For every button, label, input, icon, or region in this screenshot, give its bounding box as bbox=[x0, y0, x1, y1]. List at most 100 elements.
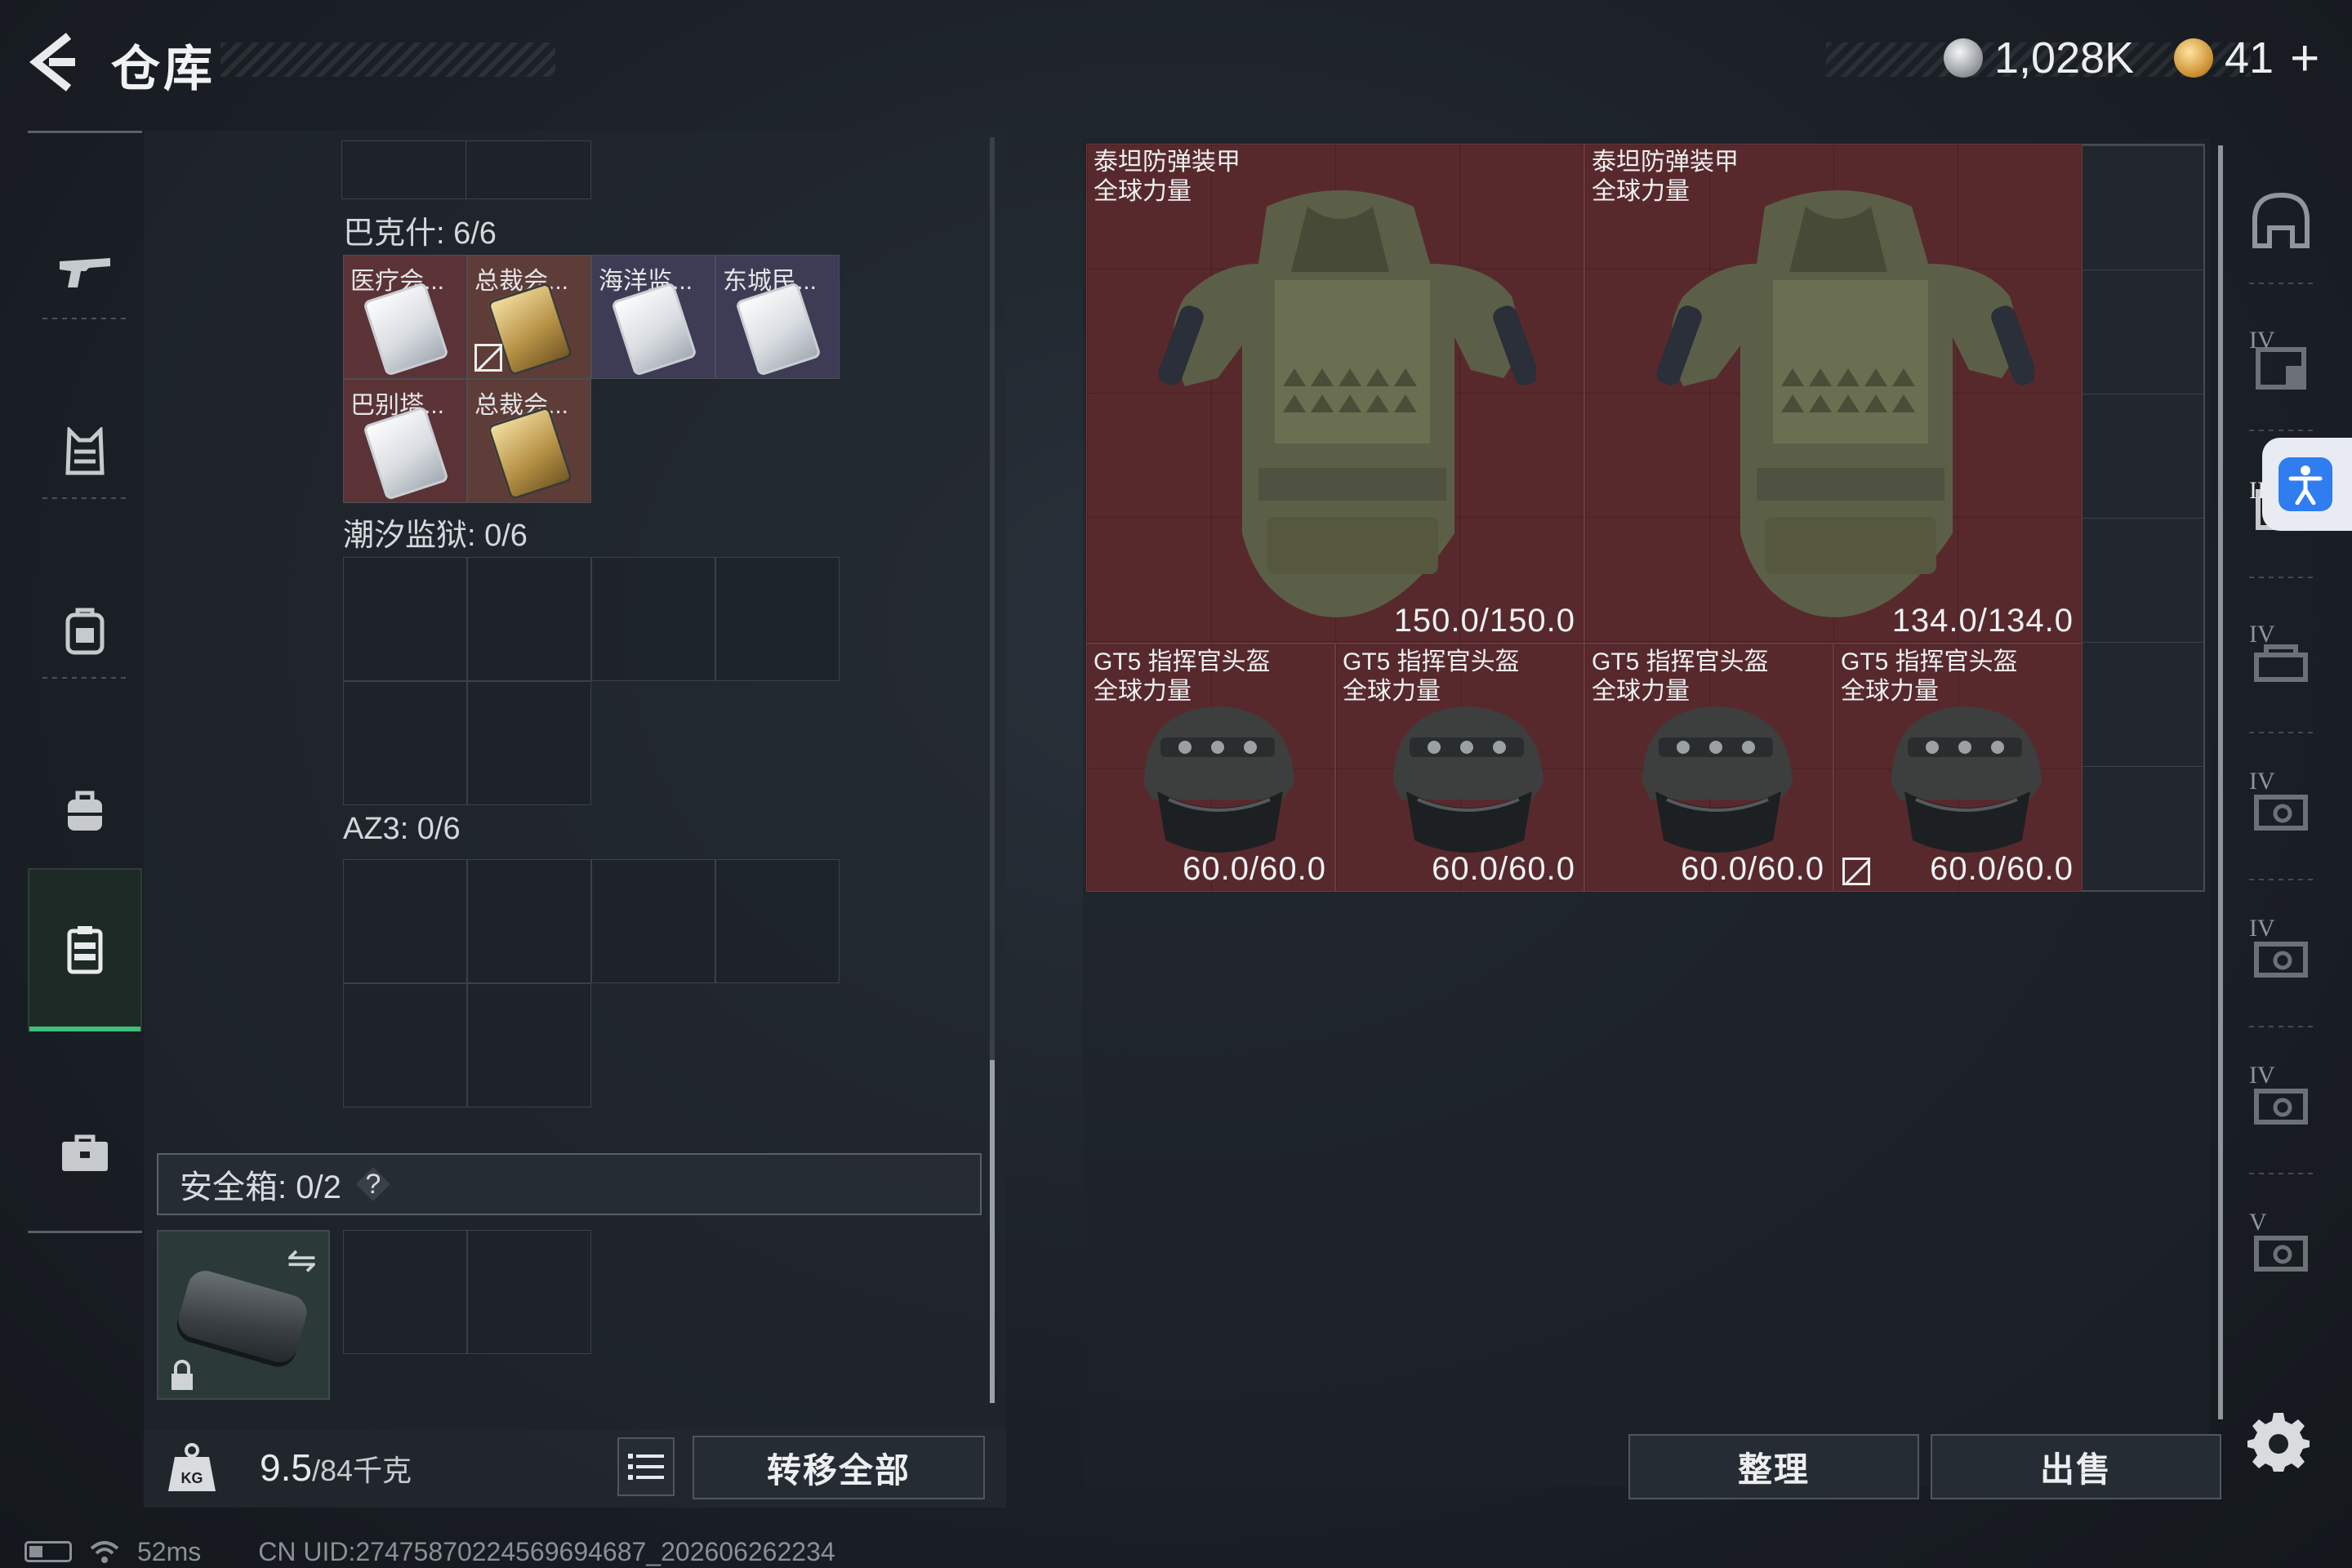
helmet-icon bbox=[1393, 706, 1544, 853]
rail-item-key-case[interactable] bbox=[28, 868, 142, 1031]
weight-capacity: /84千克 bbox=[311, 1454, 412, 1487]
page-title: 仓库 bbox=[111, 42, 216, 96]
key-item[interactable]: 总裁会... bbox=[467, 379, 591, 503]
item-name: GT5 指挥官头盔 全球力量 bbox=[1094, 648, 1271, 705]
uid-readout: CN UID:2747587022456969468​7_20260626223… bbox=[258, 1536, 835, 1566]
grid-cell[interactable] bbox=[341, 140, 467, 199]
rail-divider bbox=[2249, 430, 2314, 431]
scrollbar-thumb[interactable] bbox=[990, 1060, 995, 1403]
equip-slot-bag[interactable]: IV bbox=[2236, 743, 2326, 874]
grid-cell[interactable] bbox=[343, 557, 467, 681]
grid-cell[interactable] bbox=[343, 983, 467, 1107]
rail-item-toolbox[interactable] bbox=[28, 1064, 142, 1244]
grid-cell[interactable] bbox=[715, 557, 840, 681]
silver-amount: 1,028K bbox=[1994, 33, 2135, 82]
add-currency-icon[interactable]: + bbox=[2290, 29, 2319, 87]
grid-cell[interactable] bbox=[466, 140, 591, 199]
gold-amount: 41 bbox=[2225, 33, 2274, 82]
key-item[interactable]: 医疗会... bbox=[343, 255, 467, 379]
body-armor-icon bbox=[1656, 190, 2034, 617]
help-icon[interactable]: ? bbox=[355, 1167, 390, 1201]
equip-slot-bag[interactable]: IV bbox=[2236, 1037, 2326, 1168]
accessibility-button[interactable] bbox=[2262, 438, 2352, 531]
gold-coin-icon bbox=[2174, 38, 2213, 78]
rail-divider bbox=[2249, 577, 2314, 578]
status-bar: 52ms CN UID:2747587022456969468​7_202606… bbox=[24, 1535, 835, 1568]
equip-slot-helmet[interactable] bbox=[2236, 155, 2326, 286]
back-arrow-icon[interactable] bbox=[24, 29, 90, 95]
grid-cell[interactable] bbox=[715, 859, 840, 983]
equip-slot-armor[interactable]: IV bbox=[2236, 302, 2326, 433]
inventory-item-helmet[interactable]: GT5 指挥官头盔 全球力量 60.0/60.0 bbox=[1584, 644, 1833, 892]
weight-value: 9.5 bbox=[260, 1446, 312, 1489]
rail-item-armor[interactable] bbox=[28, 362, 142, 541]
sell-button[interactable]: 出售 bbox=[1931, 1434, 2221, 1499]
item-durability: 60.0/60.0 bbox=[1681, 851, 1824, 887]
silver-coin-icon bbox=[1944, 38, 1983, 78]
grid-cell[interactable] bbox=[467, 557, 591, 681]
sort-button[interactable]: 整理 bbox=[1628, 1434, 1919, 1499]
svg-text:KG: KG bbox=[181, 1470, 203, 1486]
key-item[interactable]: 巴别塔... bbox=[343, 379, 467, 503]
key-item[interactable]: 总裁会... bbox=[467, 255, 591, 379]
inventory-item-helmet[interactable]: GT5 指挥官头盔 全球力量 60.0/60.0 bbox=[1086, 644, 1335, 892]
list-view-button[interactable] bbox=[617, 1437, 675, 1496]
safe-case-item[interactable]: ⇋ bbox=[157, 1230, 330, 1400]
grid-cell[interactable] bbox=[591, 859, 715, 983]
inventory-item-vest[interactable]: 泰坦防弹装甲 全球力量 134.0/134.0 bbox=[1584, 144, 2082, 644]
grid-cell[interactable] bbox=[343, 859, 467, 983]
safe-box-cell[interactable] bbox=[343, 1230, 467, 1354]
battery-icon bbox=[24, 1541, 72, 1562]
briefcase-icon bbox=[62, 1134, 108, 1171]
section-label-bakhsh: 巴克什: 6/6 bbox=[343, 216, 497, 251]
grid-cell[interactable] bbox=[467, 681, 591, 805]
accessibility-icon bbox=[2278, 457, 2332, 511]
tier-label: IV bbox=[2249, 327, 2275, 354]
ping-readout: 52ms bbox=[137, 1536, 202, 1566]
helmet-slot-icon bbox=[2252, 192, 2310, 248]
item-durability: 60.0/60.0 bbox=[1432, 851, 1575, 887]
safe-box-cell[interactable] bbox=[467, 1230, 591, 1354]
inventory-scrollbar[interactable] bbox=[2218, 145, 2223, 1419]
body-armor-icon bbox=[1158, 190, 1536, 617]
inventory-item-helmet[interactable]: GT5 指挥官头盔 全球力量 60.0/60.0 bbox=[1833, 644, 2082, 892]
backpack-icon bbox=[65, 608, 105, 655]
keycard-case-icon bbox=[67, 926, 103, 974]
title-decoration bbox=[220, 42, 555, 77]
grid-cell[interactable] bbox=[467, 859, 591, 983]
helmet-icon bbox=[1642, 706, 1793, 853]
tier-label: IV bbox=[2249, 1062, 2275, 1089]
equipment-rail: IV III IV IV IV IV V bbox=[2230, 139, 2328, 1413]
inventory-item-helmet[interactable]: GT5 指挥官头盔 全球力量 60.0/60.0 bbox=[1335, 644, 1584, 892]
inventory-item-vest[interactable]: 泰坦防弹装甲 全球力量 150.0/150.0 bbox=[1086, 144, 1584, 644]
tier-label: IV bbox=[2249, 915, 2275, 942]
gun-icon bbox=[60, 258, 110, 287]
key-item[interactable]: 东城民... bbox=[715, 255, 840, 379]
rail-item-weapons[interactable] bbox=[28, 182, 142, 362]
tier-label: IV bbox=[2249, 621, 2275, 648]
item-durability: 134.0/134.0 bbox=[1891, 603, 2074, 639]
equip-slot-rig[interactable]: IV bbox=[2236, 596, 2326, 727]
settings-gear-icon[interactable] bbox=[2247, 1410, 2310, 1472]
grid-cell[interactable] bbox=[467, 983, 591, 1107]
equip-slot-bag[interactable]: IV bbox=[2236, 890, 2326, 1021]
rail-divider bbox=[42, 677, 127, 679]
item-name: GT5 指挥官头盔 全球力量 bbox=[1592, 648, 1769, 705]
transfer-all-button[interactable]: 转移全部 bbox=[693, 1436, 985, 1499]
safe-box-header: 安全箱: 0/2 ? bbox=[157, 1153, 982, 1215]
vest-icon bbox=[65, 427, 105, 475]
safe-box-label: 安全箱: 0/2 bbox=[180, 1169, 341, 1205]
section-label-az3: AZ3: 0/6 bbox=[343, 812, 461, 846]
grid-cell[interactable] bbox=[343, 681, 467, 805]
gold-currency[interactable]: 41 + bbox=[2174, 29, 2319, 87]
grid-cell[interactable] bbox=[591, 557, 715, 681]
weight-icon: KG bbox=[168, 1443, 216, 1491]
rail-divider bbox=[2249, 1026, 2314, 1027]
rail-item-backpack[interactable] bbox=[28, 541, 142, 721]
swap-icon[interactable]: ⇋ bbox=[287, 1240, 317, 1281]
storage-scrollbar[interactable] bbox=[990, 137, 995, 1403]
item-name: GT5 指挥官头盔 全球力量 bbox=[1841, 648, 2018, 705]
key-item[interactable]: 海洋监... bbox=[591, 255, 715, 379]
equip-slot-bag[interactable]: V bbox=[2236, 1184, 2326, 1315]
silver-currency[interactable]: 1,028K bbox=[1944, 29, 2134, 87]
